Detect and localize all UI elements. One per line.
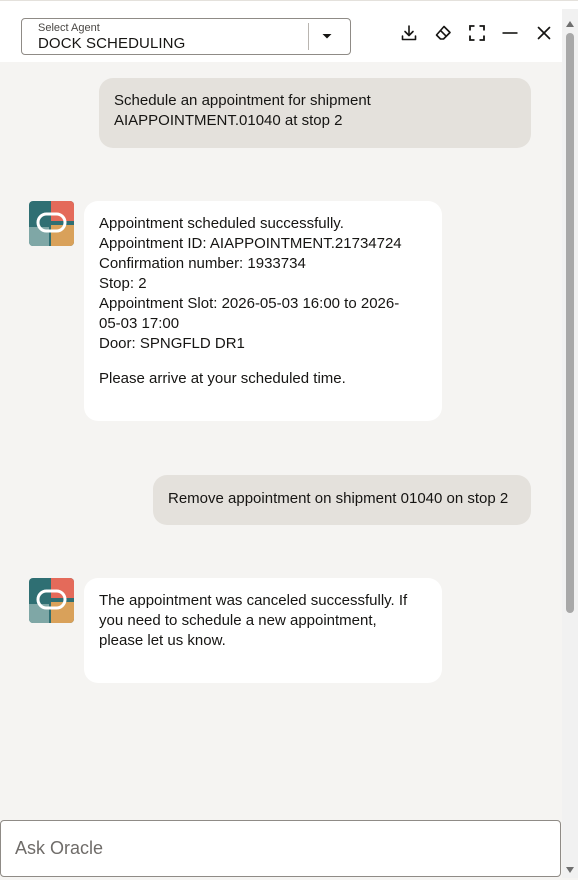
chat-header: Select Agent DOCK SCHEDULING <box>0 0 578 62</box>
chat-scrollbar[interactable] <box>562 9 578 878</box>
message-line: Appointment ID: AIAPPOINTMENT.21734724 <box>99 235 402 252</box>
chevron-down-icon[interactable] <box>319 28 335 44</box>
message-line: 05-03 17:00 <box>99 315 180 332</box>
ask-oracle-input[interactable] <box>1 821 560 876</box>
message-line: Appointment Slot: 2026-05-03 16:00 to 20… <box>99 295 400 312</box>
agent-select[interactable]: Select Agent DOCK SCHEDULING <box>21 18 351 55</box>
assistant-message: The appointment was canceled successfull… <box>84 578 442 683</box>
agent-select-divider <box>308 23 309 50</box>
scroll-up-arrow-icon[interactable] <box>565 16 575 27</box>
message-line: please let us know. <box>99 632 226 649</box>
message-line: you need to schedule a new appointment, <box>99 612 377 629</box>
message-line: Door: SPNGFLD DR1 <box>99 335 245 352</box>
message-input-container <box>0 820 561 877</box>
download-icon[interactable] <box>396 20 422 46</box>
minimize-icon[interactable] <box>497 20 523 46</box>
message-line: Confirmation number: 1933734 <box>99 255 306 272</box>
close-icon[interactable] <box>531 20 557 46</box>
user-message: Schedule an appointment for shipment AIA… <box>99 78 531 148</box>
message-line: Remove appointment on shipment 01040 on … <box>168 490 509 507</box>
agent-select-label: Select Agent <box>38 22 100 34</box>
message-line: The appointment was canceled successfull… <box>99 592 408 609</box>
user-message: Remove appointment on shipment 01040 on … <box>153 475 531 525</box>
message-line: AIAPPOINTMENT.01040 at stop 2 <box>114 112 343 129</box>
assistant-avatar <box>29 578 74 623</box>
scrollbar-thumb[interactable] <box>566 33 574 613</box>
message-line: Schedule an appointment for shipment <box>114 92 371 109</box>
message-line: Appointment scheduled successfully. <box>99 215 344 232</box>
assistant-avatar <box>29 201 74 246</box>
expand-icon[interactable] <box>464 20 490 46</box>
assistant-message: Appointment scheduled successfully. Appo… <box>84 201 442 421</box>
message-footer: Please arrive at your scheduled time. <box>99 370 346 387</box>
eraser-icon[interactable] <box>430 20 456 46</box>
chat-transcript: Schedule an appointment for shipment AIA… <box>0 62 562 818</box>
message-line: Stop: 2 <box>99 275 147 292</box>
agent-select-value: DOCK SCHEDULING <box>38 35 186 52</box>
scroll-down-arrow-icon[interactable] <box>565 862 575 873</box>
